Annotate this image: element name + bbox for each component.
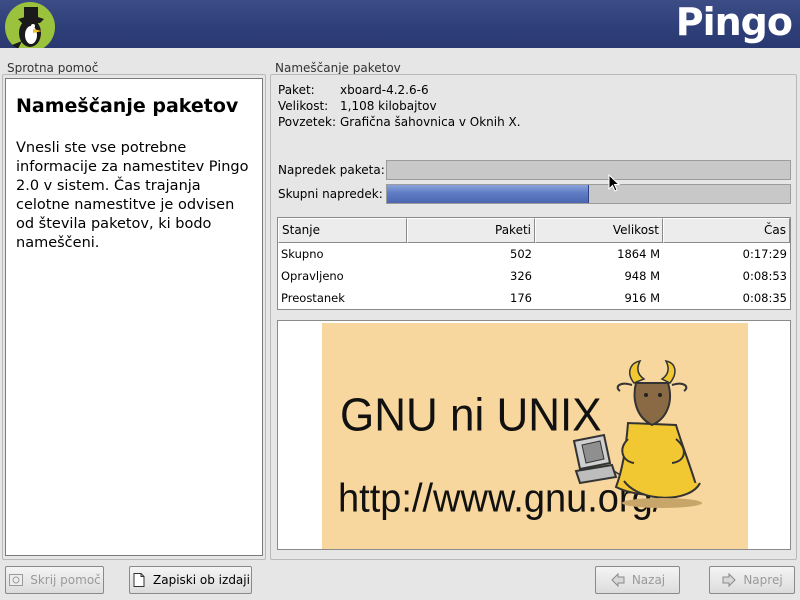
table-cell: 176 (510, 291, 532, 305)
table-cell: 502 (510, 247, 532, 261)
next-label: Naprej (743, 573, 783, 587)
help-heading: Nameščanje paketov (16, 95, 239, 117)
arrow-right-icon (722, 572, 737, 588)
arrow-left-icon (611, 572, 625, 588)
help-group-title: Sprotna pomoč (7, 61, 99, 75)
table-cell: Preostanek (281, 291, 345, 305)
hide-help-icon (9, 574, 24, 586)
package-value: xboard-4.2.6-6 (340, 83, 429, 97)
table-cell: 0:08:35 (742, 291, 787, 305)
table-cell: Skupno (281, 247, 324, 261)
install-group-title: Nameščanje paketov (275, 61, 401, 75)
package-progress-bar (386, 160, 791, 180)
help-panel[interactable]: Nameščanje paketov Vnesli ste vse potreb… (5, 78, 263, 556)
hide-help-button[interactable]: Skrij pomoč (5, 566, 104, 594)
gnu-banner-title: GNU ni UNIX (340, 389, 602, 442)
mouse-pointer-icon (608, 174, 620, 192)
back-label: Nazaj (631, 573, 666, 587)
table-cell: 1864 M (617, 247, 660, 261)
hide-help-label: Skrij pomoč (30, 573, 101, 587)
package-progress-label: Napredek paketa: (278, 163, 385, 177)
table-cell: 948 M (624, 269, 660, 283)
size-row: Velikost: 1,108 kilobajtov (278, 99, 437, 113)
top-banner: Pingo (0, 0, 800, 48)
package-label: Paket: (278, 83, 315, 97)
gnu-banner-image: GNU ni UNIX http://www.gnu.org/ (322, 323, 748, 549)
gnu-meditating-icon (572, 359, 702, 508)
next-button[interactable]: Naprej (709, 566, 795, 594)
package-row: Paket: xboard-4.2.6-6 (278, 83, 429, 97)
total-progress-bar (386, 184, 791, 204)
brand-title: Pingo (675, 0, 793, 44)
table-cell: 0:08:53 (742, 269, 787, 283)
column-header-velikost[interactable]: Velikost (535, 218, 663, 243)
status-table: Stanje Paketi Velikost Čas Skupno 502 18… (277, 217, 791, 310)
summary-label: Povzetek: (278, 115, 337, 129)
ad-image-frame: GNU ni UNIX http://www.gnu.org/ (277, 320, 791, 550)
table-cell: 0:17:29 (742, 247, 787, 261)
table-cell: 916 M (624, 291, 660, 305)
size-label: Velikost: (278, 99, 329, 113)
total-progress-fill (387, 185, 589, 203)
penguin-logo-icon (5, 2, 55, 48)
back-button[interactable]: Nazaj (595, 566, 680, 594)
release-notes-button[interactable]: Zapiski ob izdaji (129, 566, 252, 594)
table-cell: Opravljeno (281, 269, 344, 283)
table-cell: 326 (510, 269, 532, 283)
table-row: Preostanek 176 916 M 0:08:35 (278, 287, 790, 309)
size-value: 1,108 kilobajtov (340, 99, 437, 113)
summary-row: Povzetek: Grafična šahovnica v Oknih X. (278, 115, 521, 129)
document-icon (133, 573, 145, 587)
release-notes-label: Zapiski ob izdaji (153, 573, 250, 587)
column-header-stanje[interactable]: Stanje (278, 218, 407, 243)
column-header-paketi[interactable]: Paketi (407, 218, 535, 243)
table-row: Opravljeno 326 948 M 0:08:53 (278, 265, 790, 287)
table-row: Skupno 502 1864 M 0:17:29 (278, 243, 790, 265)
summary-value: Grafična šahovnica v Oknih X. (340, 115, 521, 129)
help-body: Vnesli ste vse potrebne informacije za n… (16, 140, 249, 251)
column-header-cas[interactable]: Čas (663, 218, 790, 243)
table-header: Stanje Paketi Velikost Čas (278, 218, 790, 243)
total-progress-label: Skupni napredek: (278, 187, 383, 201)
